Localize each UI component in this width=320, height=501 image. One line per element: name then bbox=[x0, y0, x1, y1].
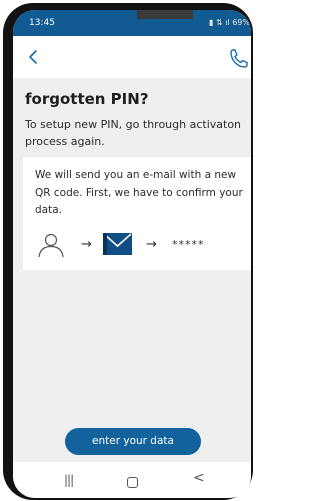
status-bar: 13:45 ▮ ⇅ ıl 69% bbox=[13, 10, 251, 36]
app-screen: 13:45 ▮ ⇅ ıl 69% forgotten PIN? To setup… bbox=[13, 10, 251, 498]
recent-apps-button[interactable]: ||| bbox=[64, 473, 74, 487]
phone-frame: 13:45 ▮ ⇅ ıl 69% forgotten PIN? To setup… bbox=[3, 3, 253, 500]
card-text: We will send you an e-mail with a new QR… bbox=[35, 169, 243, 216]
status-notch bbox=[137, 10, 193, 19]
system-nav-bar: ||| < bbox=[13, 462, 251, 498]
signal-icon: ▮ ⇅ ıl bbox=[209, 18, 233, 27]
page-title: forgotten PIN? bbox=[25, 90, 149, 108]
arrow-right-icon: → bbox=[81, 237, 92, 252]
battery-level: 69% bbox=[232, 18, 250, 27]
arrow-right-icon: → bbox=[146, 237, 157, 252]
pin-mask: ***** bbox=[172, 238, 205, 251]
system-back-button[interactable]: < bbox=[193, 470, 205, 486]
enter-data-button[interactable]: enter your data bbox=[65, 428, 201, 455]
top-nav bbox=[13, 36, 251, 78]
user-icon bbox=[38, 233, 64, 258]
status-indicators: ▮ ⇅ ıl 69% bbox=[209, 18, 250, 27]
page-subtitle: To setup new PIN, go through activaton p… bbox=[25, 118, 242, 148]
phone-icon[interactable] bbox=[227, 47, 251, 71]
home-button[interactable] bbox=[127, 477, 138, 488]
process-steps: → → ***** bbox=[36, 230, 246, 260]
mail-icon bbox=[103, 233, 132, 255]
chevron-left-icon[interactable] bbox=[25, 47, 43, 67]
info-card: We will send you an e-mail with a new QR… bbox=[23, 157, 251, 270]
status-time: 13:45 bbox=[29, 18, 55, 28]
